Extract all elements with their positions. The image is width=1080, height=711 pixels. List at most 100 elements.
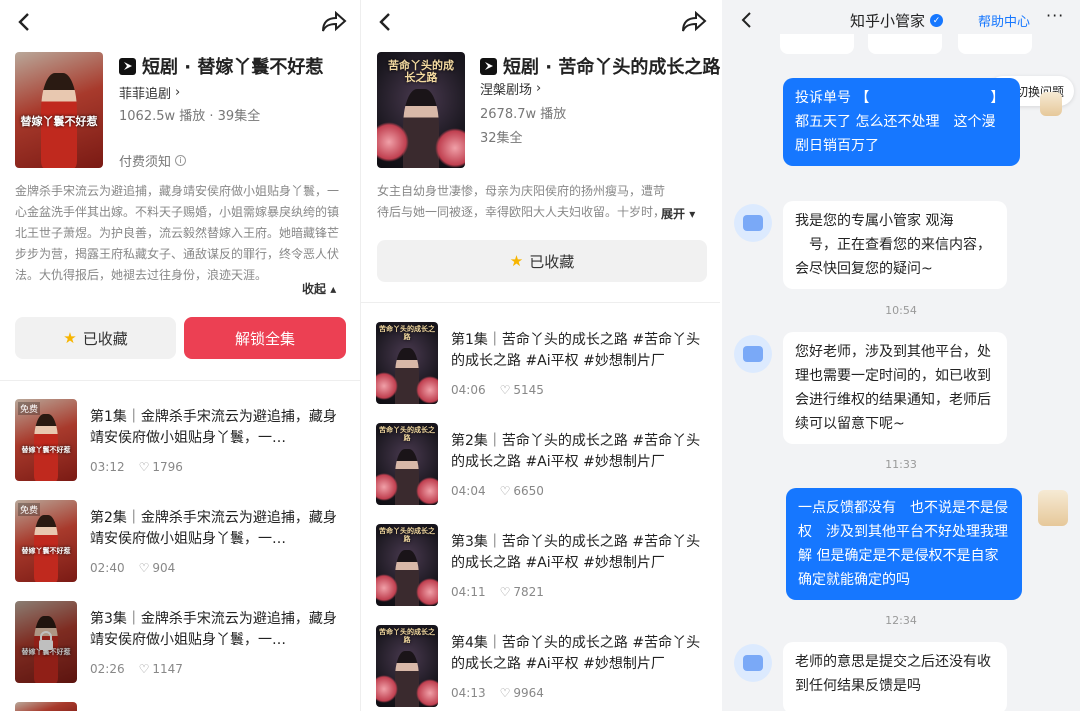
back-icon[interactable] (732, 6, 760, 34)
episode-thumbnail: 苦命丫头的成长之路 (376, 423, 438, 505)
cover-title-text: 苦命丫头的成长之路 (388, 59, 454, 85)
timestamp: 11:33 (885, 458, 917, 471)
drama-title-text: 短剧 · 苦命丫头的成长之路 (503, 57, 720, 78)
collapse-label: 收起 (302, 282, 327, 296)
episode-count: 32集全 (480, 131, 523, 146)
caret-up-icon: ▴ (330, 282, 337, 296)
star-icon: ★ (63, 329, 77, 347)
episode-row[interactable]: 替嫁丫鬟不好惹 第3集｜金牌杀手宋流云为避追捕，藏身靖安侯府做小姐贴身丫鬟，一…… (15, 601, 355, 683)
episode-thumbnail: 苦命丫头的成长之路 (376, 625, 438, 707)
robot-icon (743, 655, 763, 671)
divider (361, 302, 720, 303)
play-stats: 1062.5w 播放 · 39集全 (119, 109, 261, 124)
favorite-label: 已收藏 (529, 252, 575, 271)
timestamp: 12:34 (885, 614, 917, 627)
drama-cover: 苦命丫头的成长之路 (377, 52, 465, 168)
drama-title-text: 短剧 · 替嫁丫鬟不好惹 (142, 57, 324, 78)
author-link[interactable]: 菲菲追剧 › (119, 83, 180, 102)
robot-icon (743, 346, 763, 362)
episode-title: 第1集｜苦命丫头的成长之路 #苦命丫头的成长之路 #Ai平权 #妙想制片厂 (451, 332, 701, 369)
heart-icon: ♡ (499, 383, 511, 397)
divider (0, 380, 360, 381)
episode-likes: 7821 (513, 585, 544, 599)
back-icon[interactable] (10, 8, 38, 36)
episode-duration: 02:26 (90, 662, 125, 676)
drama-logo-icon (119, 57, 136, 75)
favorite-label: 已收藏 (82, 329, 128, 348)
thumbnail-text: 苦命丫头的成长之路 (379, 426, 435, 442)
drama-title: 短剧 · 苦命丫头的成长之路 (480, 53, 720, 79)
episode-row[interactable]: 苦命丫头的成长之路 第4集｜苦命丫头的成长之路 #苦命丫头的成长之路 #Ai平权… (376, 625, 716, 707)
robot-icon (743, 215, 763, 231)
agent-avatar (734, 335, 772, 373)
episode-likes: 904 (152, 561, 176, 575)
free-badge: 免费 (18, 503, 41, 516)
agent-message: 我是您的专属小管家 观海 号，正在查看您的来信内容，会尽快回复您的疑问~ (783, 201, 1007, 289)
episode-title: 第3集｜金牌杀手宋流云为避追捕，藏身靖安侯府做小姐贴身丫鬟，一… (90, 611, 337, 648)
episode-row[interactable]: 替嫁丫鬟不好惹 免费 第2集｜金牌杀手宋流云为避追捕，藏身靖安侯府做小姐贴身丫鬟，… (15, 500, 355, 582)
episode-title: 第4集｜苦命丫头的成长之路 #苦命丫头的成长之路 #Ai平权 #妙想制片厂 (451, 635, 701, 672)
chevron-right-icon: › (175, 85, 181, 100)
info-icon: i (175, 155, 187, 166)
heart-icon: ♡ (138, 460, 150, 474)
expand-toggle[interactable]: 展开 ▾ (661, 205, 695, 222)
help-center-link[interactable]: 帮助中心 (978, 11, 1030, 30)
share-icon[interactable] (680, 8, 708, 36)
play-stats: 2678.7w 播放 (480, 107, 567, 122)
episode-likes: 6650 (513, 484, 544, 498)
drama-title: 短剧 · 替嫁丫鬟不好惹 (119, 53, 323, 79)
drama-description: 金牌杀手宋流云为避追捕，藏身靖安侯府做小姐贴身丫鬟，一心金盆洗手伴其出嫁。不料天… (15, 184, 340, 282)
more-icon[interactable]: ··· (1046, 6, 1064, 25)
heart-icon: ♡ (499, 585, 511, 599)
pay-notice-label: 付费须知 (119, 155, 172, 170)
unlock-label: 解锁全集 (234, 329, 295, 348)
author-link[interactable]: 涅槃剧场 › (480, 79, 541, 98)
heart-icon: ♡ (138, 561, 150, 575)
episode-title: 第1集｜金牌杀手宋流云为避追捕，藏身靖安侯府做小姐贴身丫鬟，一… (90, 409, 337, 446)
unlock-all-button[interactable]: 解锁全集 (184, 317, 346, 359)
quick-reply-chip[interactable] (958, 34, 1032, 54)
collapse-toggle[interactable]: 收起 ▴ (302, 280, 336, 297)
episode-likes: 5145 (513, 383, 544, 397)
share-icon[interactable] (320, 8, 348, 36)
episode-row[interactable]: 替嫁丫鬟不好惹 免费 第1集｜金牌杀手宋流云为避追捕，藏身靖安侯府做小姐贴身丫鬟，… (15, 399, 355, 481)
caret-down-icon: ▾ (689, 207, 696, 221)
quick-reply-chip[interactable] (780, 34, 854, 54)
episode-thumbnail (15, 702, 77, 711)
episode-duration: 04:04 (451, 484, 486, 498)
agent-message: 您好老师，涉及到其他平台，处理也需要一定时间的，如已收到会进行维权的结果通知，老… (783, 332, 1007, 444)
episode-likes: 9964 (513, 686, 544, 700)
middle-panel: 苦命丫头的成长之路 短剧 · 苦命丫头的成长之路 涅槃剧场 › 2678.7w … (360, 0, 720, 711)
author-name: 菲菲追剧 (119, 87, 172, 102)
drama-logo-icon (480, 57, 497, 75)
user-message: 投诉单号 【 】 都五天了 怎么还不处理 这个漫剧日销百万了 (783, 78, 1020, 166)
chat-title: 知乎小管家 ✓ (850, 10, 944, 31)
thumbnail-text: 替嫁丫鬟不好惹 (21, 547, 71, 555)
author-name: 涅槃剧场 (480, 83, 533, 98)
episode-row[interactable]: 苦命丫头的成长之路 第1集｜苦命丫头的成长之路 #苦命丫头的成长之路 #Ai平权… (376, 322, 716, 404)
agent-avatar (734, 644, 772, 682)
pay-notice-link[interactable]: 付费须知 i (119, 151, 187, 170)
drama-cover: 替嫁丫鬟不好惹 (15, 52, 103, 168)
agent-avatar (734, 204, 772, 242)
episode-title: 第2集｜苦命丫头的成长之路 #苦命丫头的成长之路 #Ai平权 #妙想制片厂 (451, 433, 701, 470)
favorite-button[interactable]: ★ 已收藏 (15, 317, 176, 359)
episode-duration: 04:06 (451, 383, 486, 397)
quick-reply-chip[interactable] (868, 34, 942, 54)
expand-label: 展开 (661, 207, 686, 221)
favorite-button[interactable]: ★ 已收藏 (377, 240, 707, 282)
heart-icon: ♡ (138, 662, 150, 676)
episode-row[interactable]: 苦命丫头的成长之路 第2集｜苦命丫头的成长之路 #苦命丫头的成长之路 #Ai平权… (376, 423, 716, 505)
heart-icon: ♡ (499, 484, 511, 498)
back-icon[interactable] (371, 8, 399, 36)
episode-title: 第2集｜金牌杀手宋流云为避追捕，藏身靖安侯府做小姐贴身丫鬟，一… (90, 510, 337, 547)
episode-row[interactable]: 苦命丫头的成长之路 第3集｜苦命丫头的成长之路 #苦命丫头的成长之路 #Ai平权… (376, 524, 716, 606)
drama-description: 女主自幼身世凄惨，母亲为庆阳侯府的扬州瘦马，遭苛待后与她一同被逐，幸得欧阳大人夫… (377, 184, 666, 219)
user-avatar (1040, 92, 1062, 116)
episode-duration: 04:11 (451, 585, 486, 599)
thumbnail-text: 苦命丫头的成长之路 (379, 527, 435, 543)
episode-duration: 03:12 (90, 460, 125, 474)
episode-thumbnail: 苦命丫头的成长之路 (376, 524, 438, 606)
chat-panel: 知乎小管家 ✓ 帮助中心 ··· ? 切换问题 投诉单号 【 】 都五天了 怎么… (722, 0, 1080, 711)
verified-badge-icon: ✓ (930, 14, 944, 27)
